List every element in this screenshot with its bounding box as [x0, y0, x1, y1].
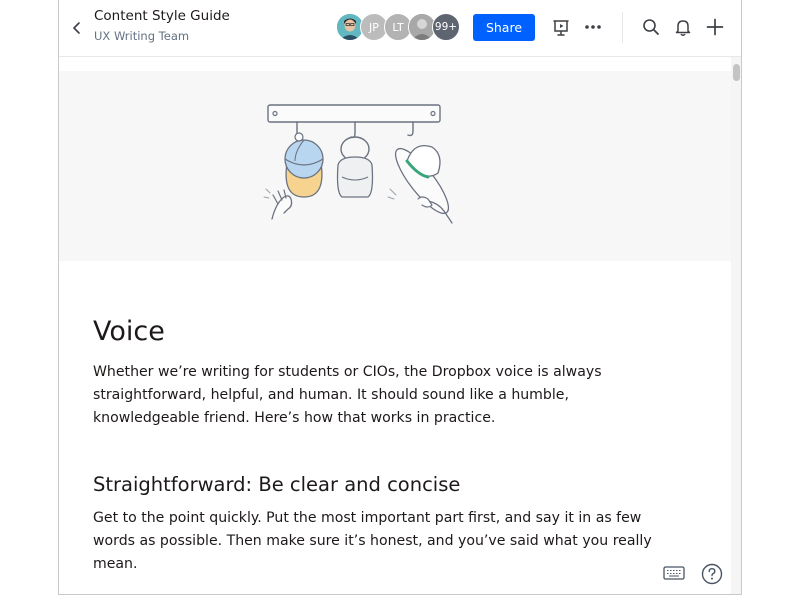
- section-heading: Voice: [93, 316, 165, 347]
- intro-paragraph: Whether we’re writing for students or CI…: [93, 361, 653, 430]
- help-icon[interactable]: [701, 563, 723, 585]
- doc-title[interactable]: Content Style Guide: [94, 8, 230, 24]
- bell-icon[interactable]: [672, 16, 694, 38]
- more-icon[interactable]: [582, 16, 604, 38]
- doc-folder[interactable]: UX Writing Team: [94, 29, 189, 43]
- doc-content: Voice Whether we’re writing for students…: [59, 57, 731, 594]
- header-divider: [622, 12, 623, 43]
- more-collaborators-count[interactable]: 99+: [432, 13, 460, 41]
- body-line: Get to the point quickly. Put the most i…: [93, 510, 642, 526]
- keyboard-icon[interactable]: [663, 565, 685, 581]
- share-button[interactable]: Share: [473, 14, 535, 41]
- hero-illustration: [59, 71, 731, 261]
- app-window: Content Style Guide UX Writing Team JP L…: [58, 0, 742, 595]
- body-line: mean.: [93, 556, 138, 572]
- present-icon[interactable]: [550, 16, 572, 38]
- back-icon[interactable]: [67, 18, 85, 38]
- intro-line: straightforward, helpful, and human. It …: [93, 387, 569, 403]
- scrollbar-track[interactable]: [731, 57, 741, 594]
- scrollbar-thumb[interactable]: [733, 64, 740, 81]
- intro-line: knowledgeable friend. Here’s how that wo…: [93, 410, 496, 426]
- hat-rack-illustration: [263, 104, 453, 224]
- search-icon[interactable]: [640, 16, 662, 38]
- plus-icon[interactable]: [704, 16, 726, 38]
- body-paragraph: Get to the point quickly. Put the most i…: [93, 507, 653, 576]
- subsection-heading: Straightforward: Be clear and concise: [93, 473, 461, 496]
- doc-header: Content Style Guide UX Writing Team JP L…: [59, 0, 741, 57]
- intro-line: Whether we’re writing for students or CI…: [93, 364, 602, 380]
- body-line: words as possible. Then make sure it’s h…: [93, 533, 652, 549]
